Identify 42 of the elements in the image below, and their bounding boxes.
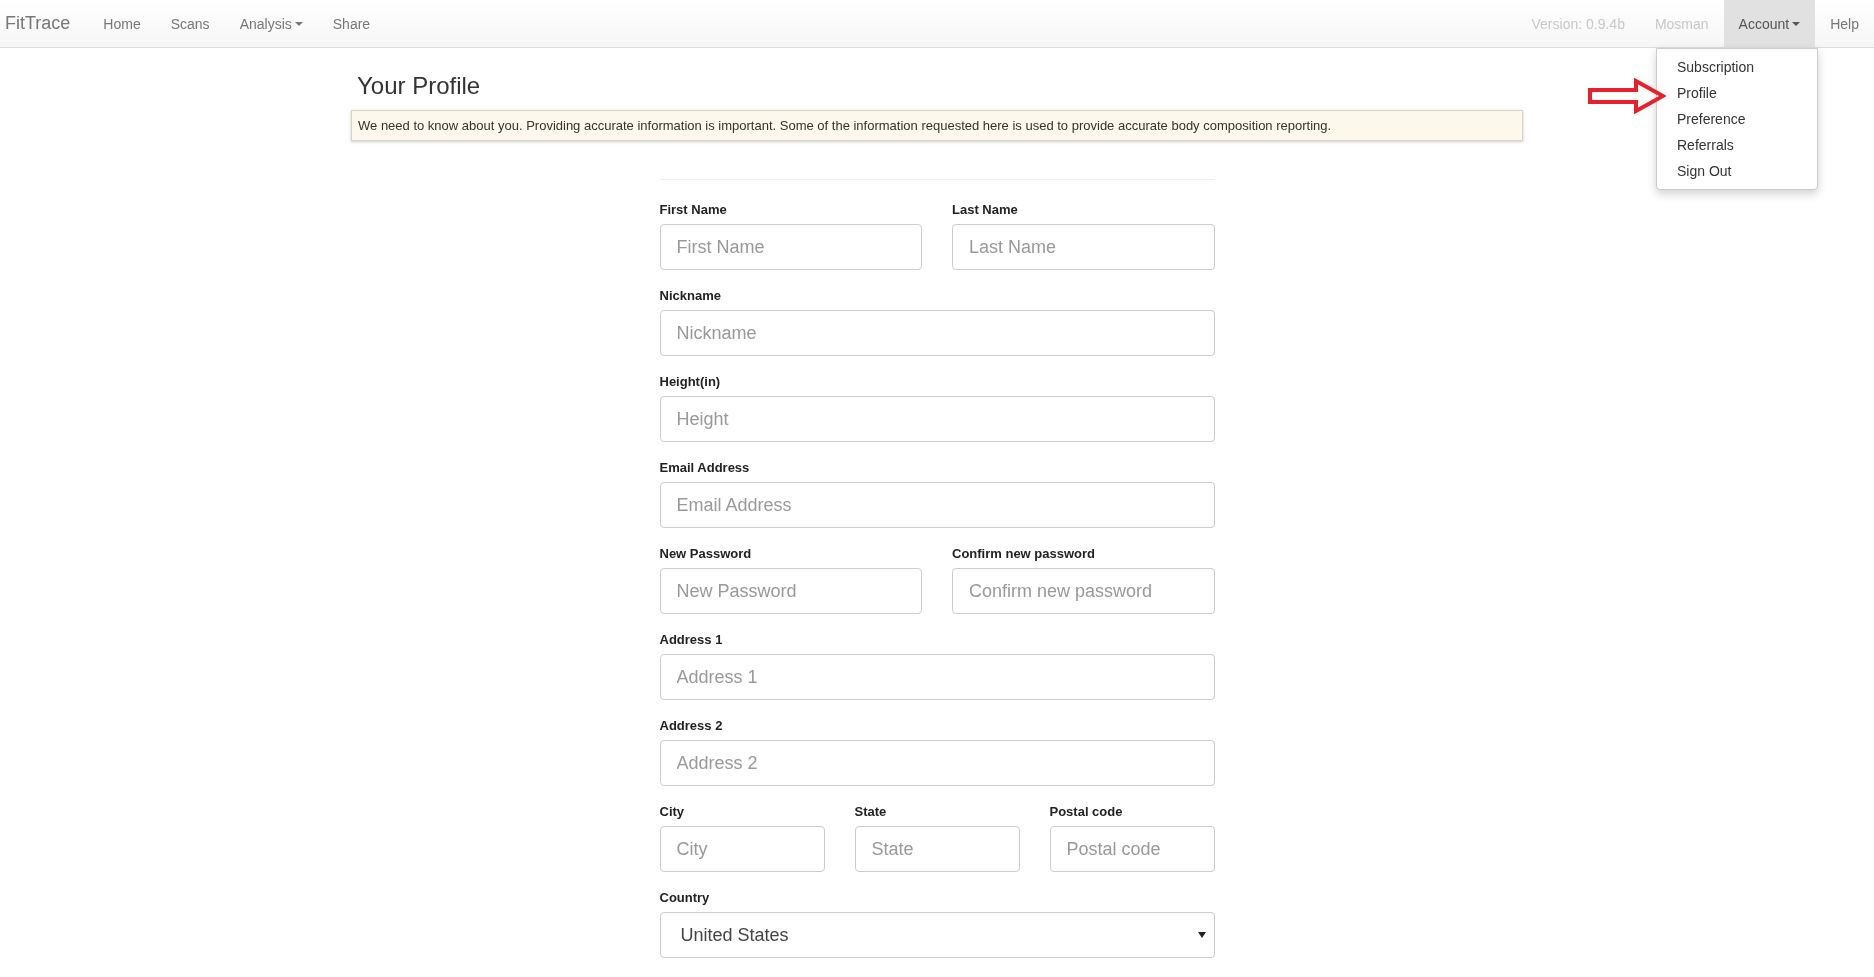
nav-link[interactable]: Share (317, 0, 386, 47)
field-label: Address 2 (659, 718, 724, 734)
input-field[interactable]: Address 2 (659, 740, 1215, 786)
field-label: Email Address (659, 460, 751, 476)
input-field[interactable]: State (854, 826, 1020, 872)
nav-link[interactable]: Scans (155, 0, 225, 47)
input-field[interactable]: Nickname (659, 310, 1215, 356)
input-field[interactable]: Address 1 (659, 654, 1215, 700)
notice-banner: We need to know about you. Providing accurate information is important. Some of the information requested here is used to provide accurate body composition reporting. (351, 110, 1523, 141)
menu-item[interactable]: Subscription (1657, 54, 1817, 80)
nav-link[interactable]: Home (88, 0, 156, 47)
select-field[interactable]: United States (659, 912, 1215, 958)
field-label: City (659, 804, 686, 820)
field-label: New Password (659, 546, 753, 562)
input-field[interactable]: Postal code (1049, 826, 1215, 872)
input-field[interactable]: City (659, 826, 825, 872)
nav-dropdown[interactable]: Analysis (224, 0, 318, 47)
field-label: State (854, 804, 888, 820)
field-label: Postal code (1049, 804, 1124, 820)
field-label: Confirm new password (952, 546, 1097, 562)
input-field[interactable]: Confirm new password (952, 568, 1215, 614)
brand-link[interactable]: FitTrace (0, 0, 89, 47)
field-label: Height(in) (659, 374, 722, 390)
field-label: Address 1 (659, 632, 724, 648)
menu-item[interactable]: Preference (1657, 106, 1817, 132)
field-label: Nickname (659, 288, 722, 304)
menu-item[interactable]: Referrals (1657, 132, 1817, 158)
input-field[interactable]: New Password (659, 568, 922, 614)
input-field[interactable]: Email Address (659, 482, 1215, 528)
menu-item[interactable]: Profile (1657, 80, 1817, 106)
annotation-arrow-icon (1588, 78, 1666, 114)
nav-dropdown[interactable]: Account (1723, 0, 1816, 47)
input-field[interactable]: Last Name (952, 224, 1215, 270)
field-label: First Name (659, 202, 728, 218)
field-label: Last Name (952, 202, 1019, 218)
caret-icon (1197, 932, 1206, 938)
field-label: Country (659, 890, 711, 906)
page-title: Your Profile (357, 72, 482, 100)
menu-item[interactable]: Sign Out (1657, 158, 1817, 184)
input-field[interactable]: Height (659, 396, 1215, 442)
nav-link[interactable]: Help (1815, 0, 1874, 47)
input-field[interactable]: First Name (659, 224, 922, 270)
